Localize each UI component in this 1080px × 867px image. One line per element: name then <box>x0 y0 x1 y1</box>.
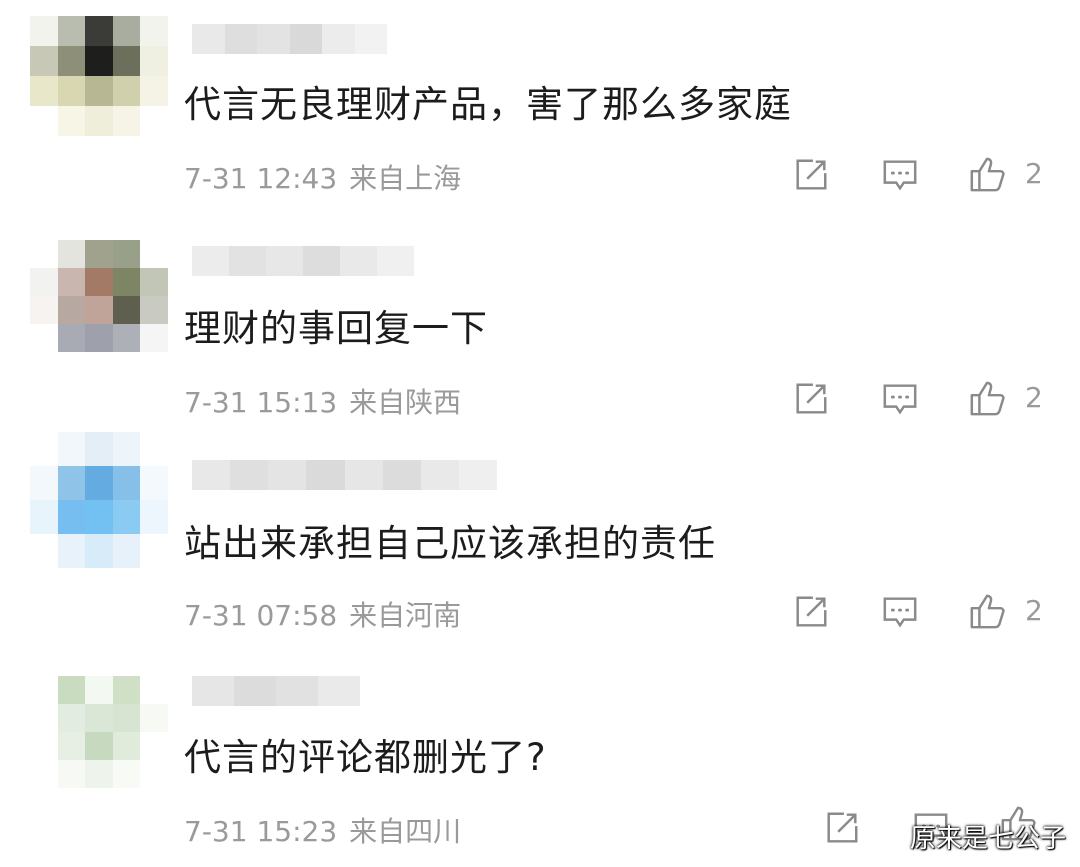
comment-text: 代言无良理财产品，害了那么多家庭 <box>184 83 792 126</box>
username-blurred[interactable] <box>192 676 360 706</box>
repost-icon[interactable] <box>822 808 862 848</box>
like-count: 2 <box>1025 381 1043 414</box>
comment-icon[interactable] <box>880 592 920 632</box>
username-blurred[interactable] <box>192 246 414 276</box>
comment-location: 来自上海 <box>349 162 462 195</box>
avatar[interactable] <box>30 240 168 352</box>
thumbs-up-icon[interactable] <box>967 592 1007 632</box>
comment-text: 站出来承担自己应该承担的责任 <box>184 522 716 565</box>
comment-meta: 7-31 15:23 来自四川 <box>184 810 461 850</box>
comment-text: 代言的评论都删光了? <box>184 736 547 779</box>
comment-list: 代言无良理财产品，害了那么多家庭 7-31 12:43 来自上海 2 理财的事回复… <box>0 0 1080 867</box>
comment-meta: 7-31 07:58 来自河南 <box>184 594 461 634</box>
comment-date: 7-31 07:58 <box>184 599 338 632</box>
watermark: 原来是七公子 <box>909 824 1066 854</box>
username-blurred[interactable] <box>192 24 387 54</box>
avatar[interactable] <box>30 432 168 568</box>
comment-icon[interactable] <box>880 155 920 195</box>
comment-date: 7-31 15:23 <box>184 815 338 848</box>
thumbs-up-icon[interactable] <box>967 379 1007 419</box>
comment-text: 理财的事回复一下 <box>184 307 488 350</box>
repost-icon[interactable] <box>791 592 831 632</box>
like-count: 2 <box>1025 157 1043 190</box>
comment-location: 来自四川 <box>349 815 462 848</box>
comment-meta: 7-31 15:13 来自陕西 <box>184 381 461 421</box>
thumbs-up-icon[interactable] <box>967 155 1007 195</box>
repost-icon[interactable] <box>791 379 831 419</box>
repost-icon[interactable] <box>791 155 831 195</box>
comment-meta: 7-31 12:43 来自上海 <box>184 157 461 197</box>
comment-location: 来自陕西 <box>349 386 462 419</box>
avatar[interactable] <box>30 676 168 788</box>
comment-date: 7-31 15:13 <box>184 386 338 419</box>
comment-location: 来自河南 <box>349 599 462 632</box>
username-blurred[interactable] <box>192 460 497 490</box>
avatar[interactable] <box>30 16 168 136</box>
comment-date: 7-31 12:43 <box>184 162 338 195</box>
comment-icon[interactable] <box>880 379 920 419</box>
like-count: 2 <box>1025 594 1043 627</box>
